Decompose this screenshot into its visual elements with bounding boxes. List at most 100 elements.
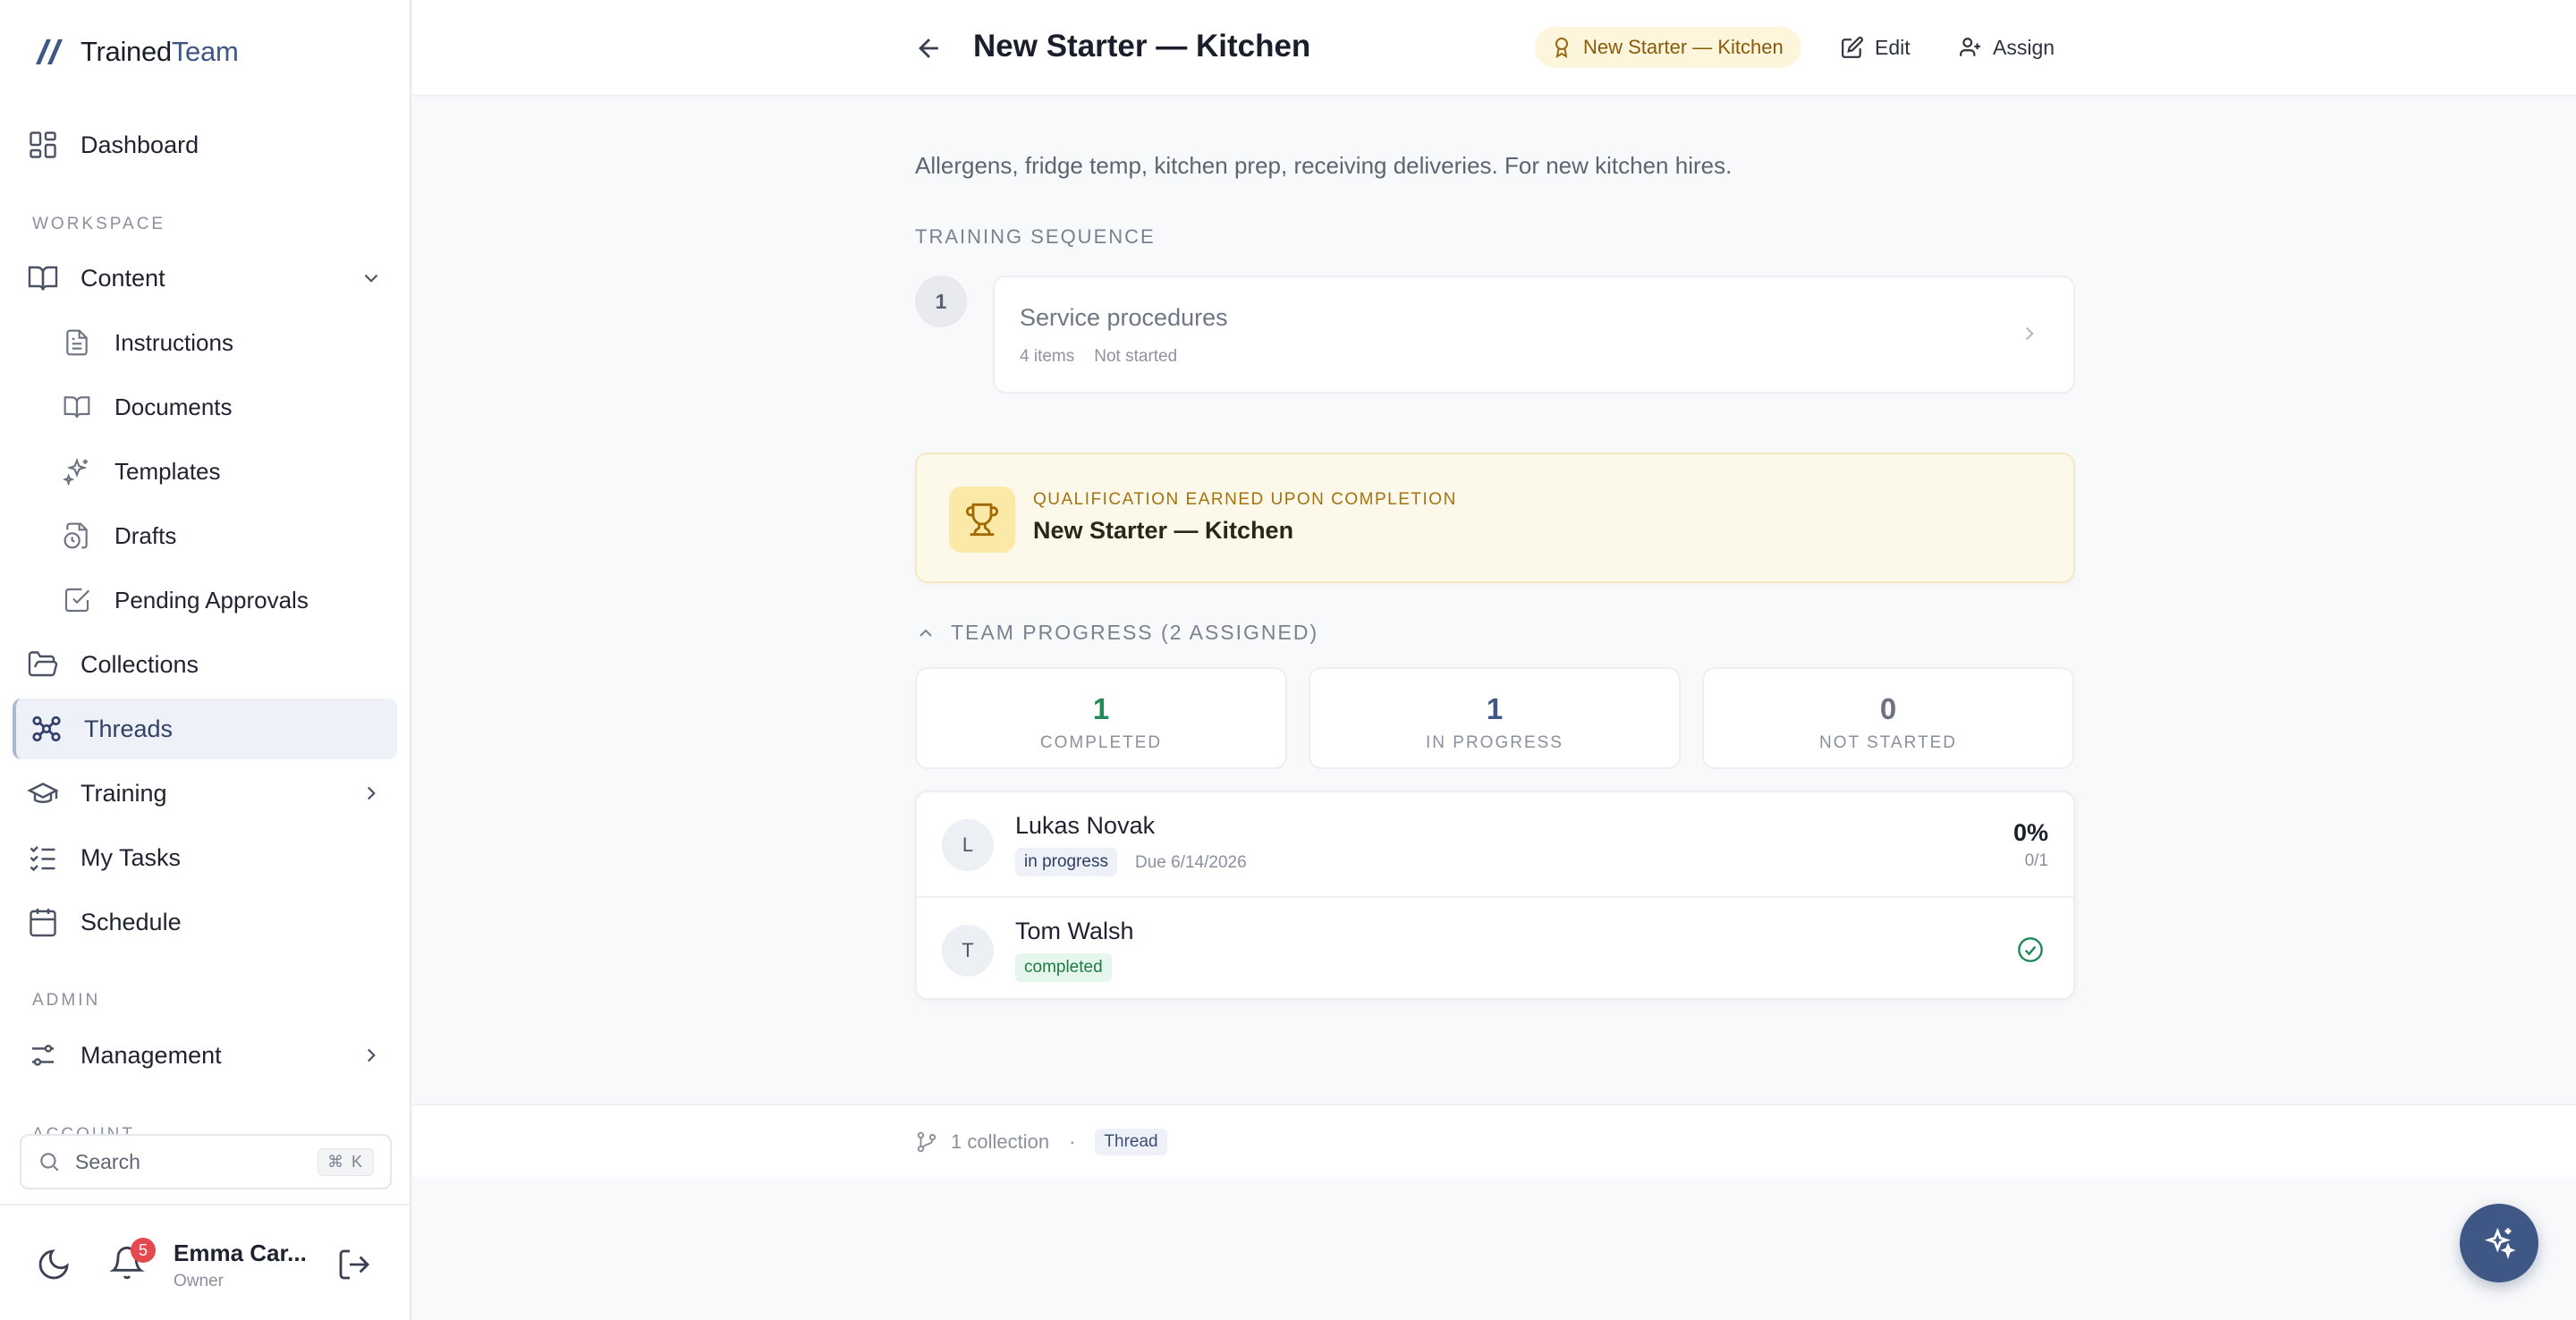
- logo-mark-icon: [36, 39, 63, 64]
- sidebar-item-drafts[interactable]: Drafts: [45, 505, 397, 566]
- sidebar-search[interactable]: Search ⌘ K: [20, 1134, 392, 1189]
- file-clock-icon: [64, 522, 88, 549]
- sidebar-item-collections[interactable]: Collections: [13, 634, 397, 695]
- training-sequence-label: TRAINING SEQUENCE: [915, 225, 1156, 248]
- section-label-workspace: WORKSPACE: [32, 215, 166, 233]
- stat-label: IN PROGRESS: [1426, 733, 1563, 752]
- folder-open-icon: [28, 651, 58, 677]
- sidebar-item-label: Pending Approvals: [114, 586, 309, 613]
- chevron-right-icon: [2025, 326, 2034, 341]
- edit-button[interactable]: Edit: [1841, 29, 1911, 66]
- sidebar-item-label: My Tasks: [80, 843, 182, 871]
- list-checks-icon: [30, 846, 55, 872]
- sidebar-item-training[interactable]: Training: [13, 763, 397, 824]
- sidebar-item-schedule[interactable]: Schedule: [13, 892, 397, 952]
- sidebar-footer: 5 Emma Car... Owner: [0, 1204, 410, 1320]
- workflow-icon: [32, 715, 61, 742]
- meta-separator: ·: [1069, 1130, 1076, 1153]
- sidebar-item-label: Threads: [84, 715, 174, 742]
- stat-completed: 1 COMPLETED: [915, 667, 1287, 769]
- page-title: New Starter — Kitchen: [973, 29, 1311, 63]
- sidebar-item-label: Management: [80, 1041, 222, 1069]
- qualification-card: QUALIFICATION EARNED UPON COMPLETION New…: [915, 453, 2075, 583]
- stat-value: 1: [1486, 692, 1504, 725]
- file-text-icon: [66, 329, 88, 356]
- sidebar-item-label: Training: [80, 779, 167, 807]
- sidebar-item-management[interactable]: Management: [13, 1025, 397, 1086]
- qualification-kicker: QUALIFICATION EARNED UPON COMPLETION: [1033, 490, 1457, 509]
- book-icon: [64, 396, 90, 419]
- sidebar-item-my-tasks[interactable]: My Tasks: [13, 827, 397, 888]
- sidebar-item-label: Templates: [114, 457, 221, 485]
- collection-count[interactable]: 1 collection: [951, 1130, 1049, 1154]
- logout-icon[interactable]: [336, 1247, 372, 1282]
- sidebar-item-pending-approvals[interactable]: Pending Approvals: [45, 570, 397, 630]
- step-title: Service procedures: [1020, 304, 1228, 331]
- sidebar-item-instructions[interactable]: Instructions: [45, 312, 397, 373]
- progress-fraction: 0/1: [2024, 851, 2048, 870]
- book-open-icon: [28, 266, 58, 291]
- top-bar: New Starter — Kitchen New Starter — Kitc…: [413, 0, 2576, 97]
- team-progress-toggle[interactable]: TEAM PROGRESS (2 ASSIGNED): [915, 621, 1318, 645]
- qualification-name: New Starter — Kitchen: [1033, 517, 1294, 544]
- sidebar-item-label: Schedule: [80, 908, 182, 935]
- sidebar-item-label: Documents: [114, 393, 233, 420]
- arrow-left-icon[interactable]: [914, 33, 945, 63]
- member-row[interactable]: L Lukas Novak in progress Due 6/14/2026 …: [917, 792, 2073, 896]
- check-circle-icon: [2018, 937, 2043, 962]
- search-placeholder: Search: [75, 1149, 140, 1173]
- chevron-right-icon[interactable]: [360, 1044, 383, 1067]
- sidebar-item-label: Drafts: [114, 521, 177, 549]
- user-plus-icon: [1960, 38, 1980, 56]
- ai-assistant-button[interactable]: [2460, 1204, 2538, 1282]
- award-icon: [1555, 38, 1568, 58]
- meta-bar: 1 collection · Thread: [413, 1104, 2576, 1177]
- logo-text: TrainedTeam: [80, 36, 239, 67]
- moon-icon[interactable]: [36, 1247, 72, 1282]
- chevron-up-icon: [919, 629, 932, 637]
- stat-label: NOT STARTED: [1819, 733, 1957, 752]
- sidebar-item-dashboard[interactable]: Dashboard: [13, 114, 397, 175]
- meta-row: 1 collection · Thread: [915, 1129, 1167, 1155]
- logo[interactable]: TrainedTeam: [30, 34, 239, 70]
- check-square-icon: [64, 588, 90, 613]
- sparkles-icon: [63, 458, 88, 486]
- notification-badge: 5: [131, 1238, 156, 1263]
- stat-in-progress: 1 IN PROGRESS: [1309, 667, 1681, 769]
- team-progress-heading: TEAM PROGRESS (2 ASSIGNED): [951, 621, 1319, 644]
- sidebar-item-threads[interactable]: Threads: [13, 698, 397, 759]
- section-label-account: ACCOUNT: [32, 1125, 135, 1134]
- progress-percent: 0%: [2012, 819, 2048, 846]
- member-name: Tom Walsh: [1015, 918, 1134, 944]
- section-label-admin: ADMIN: [32, 991, 101, 1010]
- thread-description: Allergens, fridge temp, kitchen prep, re…: [915, 152, 1733, 179]
- sidebar-item-templates[interactable]: Templates: [45, 441, 397, 502]
- sidebar-item-label: Collections: [80, 650, 199, 678]
- member-row[interactable]: T Tom Walsh completed: [917, 896, 2073, 1000]
- chevron-down-icon[interactable]: [360, 267, 383, 290]
- qualification-badge-label: New Starter — Kitchen: [1583, 36, 1784, 58]
- search-shortcut: ⌘ K: [317, 1147, 374, 1176]
- assign-button-label: Assign: [1993, 35, 2055, 59]
- git-branch-icon: [917, 1131, 936, 1153]
- stat-label: COMPLETED: [1039, 733, 1163, 752]
- chevron-right-icon[interactable]: [360, 782, 383, 805]
- search-icon: [40, 1153, 59, 1172]
- sidebar-item-label: Instructions: [114, 328, 233, 356]
- user-name[interactable]: Emma Car...: [174, 1240, 307, 1267]
- step-status: Not started: [1094, 347, 1178, 366]
- sidebar: TrainedTeam Dashboard WORKSPACE Content …: [0, 0, 411, 1320]
- sliders-icon: [32, 1045, 54, 1066]
- sidebar-item-label: Content: [80, 264, 165, 292]
- stat-not-started: 0 NOT STARTED: [1702, 667, 2074, 769]
- status-badge: in progress: [1015, 848, 1117, 876]
- assign-button[interactable]: Assign: [1959, 29, 2055, 66]
- sidebar-item-documents[interactable]: Documents: [45, 377, 397, 437]
- step-item-count: 4 items: [1020, 347, 1075, 366]
- sidebar-item-content[interactable]: Content: [13, 248, 397, 309]
- step-card[interactable]: Service procedures 4 items Not started: [993, 275, 2075, 393]
- dashboard-icon: [30, 131, 56, 158]
- type-chip: Thread: [1095, 1129, 1167, 1155]
- graduation-cap-icon: [27, 783, 59, 803]
- trophy-icon: [965, 503, 999, 537]
